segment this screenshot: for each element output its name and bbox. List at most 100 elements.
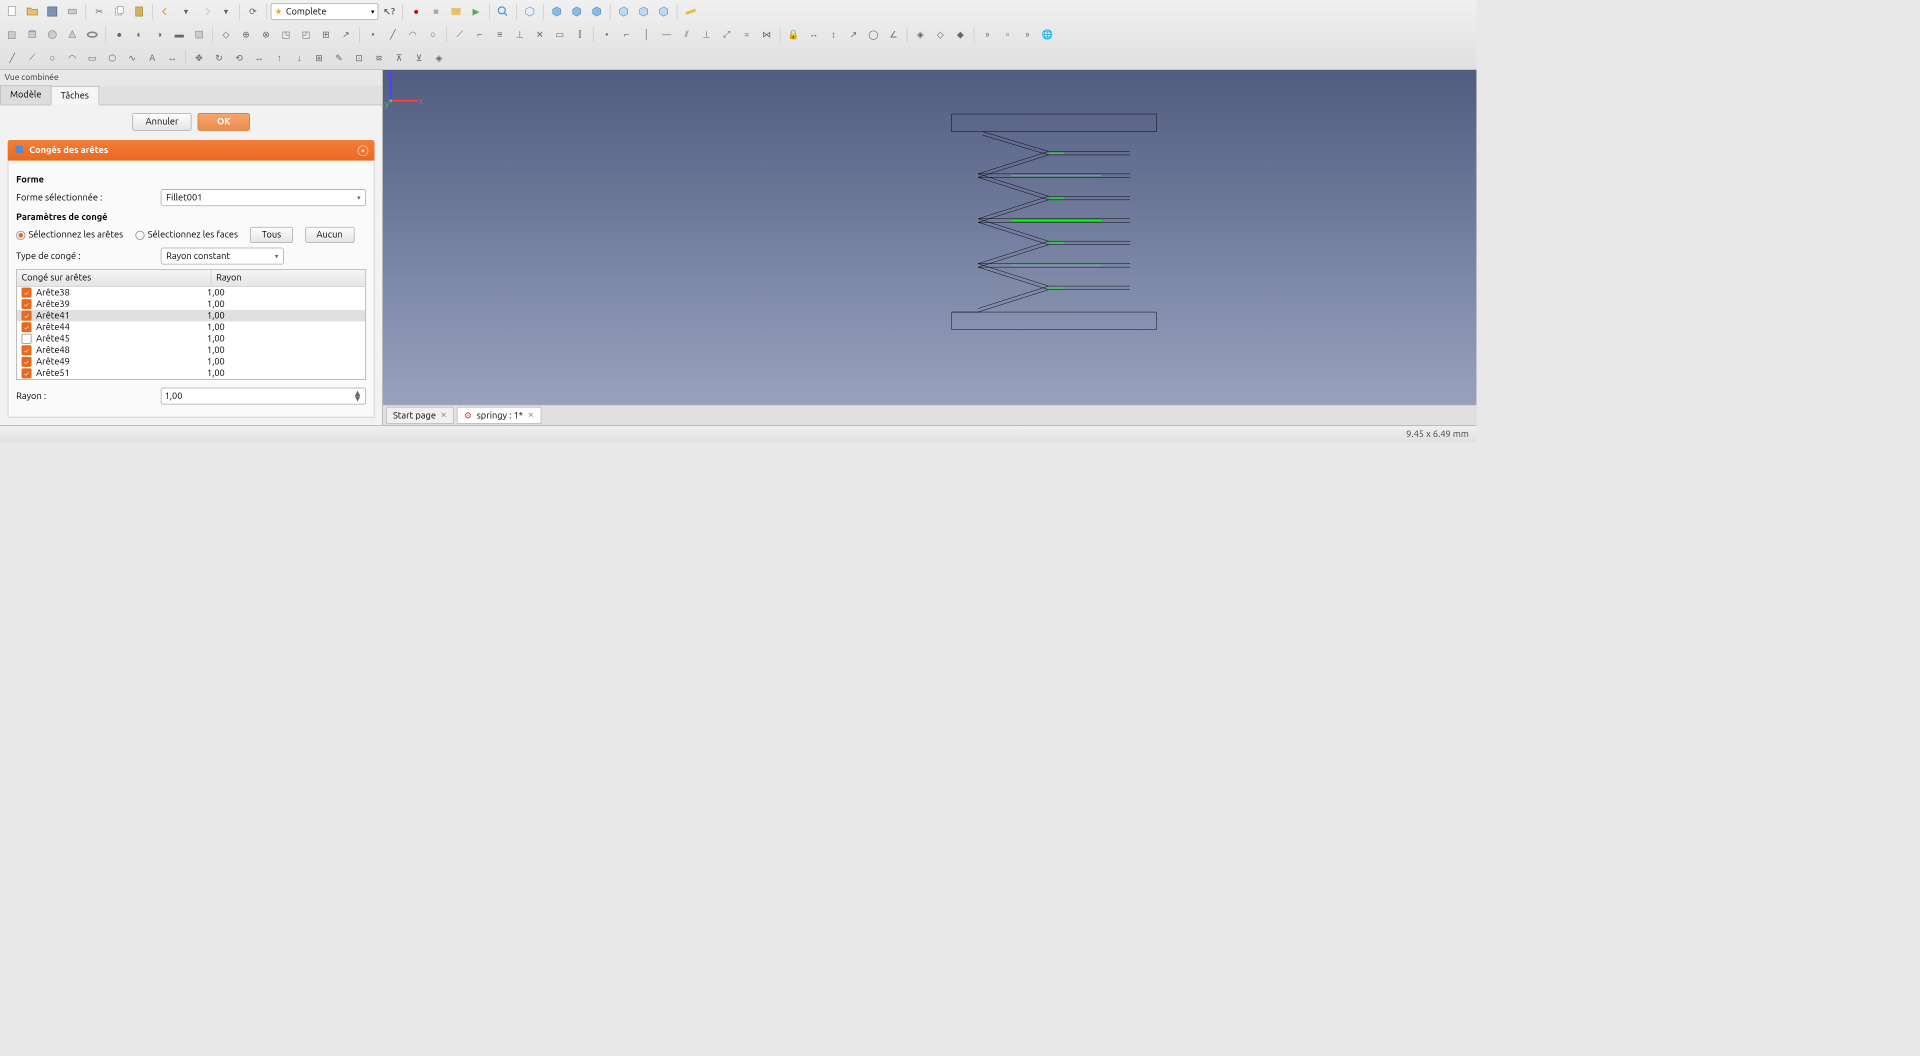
checkbox[interactable]: ✓ [22, 288, 32, 298]
tool-icon[interactable]: ◆ [951, 25, 969, 43]
tool-icon[interactable]: ⌐ [471, 25, 489, 43]
tool-icon[interactable]: ⊡ [350, 48, 368, 66]
view-rear-icon[interactable] [614, 2, 632, 20]
constraint-lock-icon[interactable]: 🔒 [784, 25, 802, 43]
axonometric-icon[interactable] [521, 2, 539, 20]
undo-dropdown-icon[interactable]: ▾ [177, 2, 195, 20]
constraint-horizontal-icon[interactable]: │ [638, 25, 656, 43]
run-macro-icon[interactable]: ▶ [467, 2, 485, 20]
copy-icon[interactable] [110, 2, 128, 20]
none-button[interactable]: Aucun [305, 227, 354, 243]
part-torus-icon[interactable] [83, 25, 101, 43]
workbench-selector[interactable]: ★ Complete ▾ [271, 3, 379, 20]
redo-dropdown-icon[interactable]: ▾ [217, 2, 235, 20]
constraint-distance-icon[interactable]: ↔ [804, 25, 822, 43]
constraint-angle-icon[interactable]: ∠ [884, 25, 902, 43]
task-header[interactable]: Congés des arêtes × [8, 140, 375, 161]
close-icon[interactable]: × [358, 145, 369, 156]
tool-icon[interactable]: ▫ [998, 25, 1016, 43]
draft-line-icon[interactable]: ╱ [3, 48, 21, 66]
tool-icon[interactable]: ⊼ [390, 48, 408, 66]
tool-icon[interactable]: ↗ [337, 25, 355, 43]
draft-line-icon[interactable]: ╱ [384, 25, 402, 43]
part-extrude-icon[interactable]: ▬ [170, 25, 188, 43]
checkbox[interactable]: ✓ [22, 299, 32, 309]
close-icon[interactable]: ✕ [528, 411, 534, 420]
view-bottom-icon[interactable] [634, 2, 652, 20]
tool-icon[interactable]: ◈ [430, 48, 448, 66]
rayon-spinner[interactable]: ▲▼ [161, 388, 366, 405]
constraint-tangent-icon[interactable]: ⤢ [717, 25, 735, 43]
rayon-input[interactable] [165, 391, 353, 401]
open-file-icon[interactable] [23, 2, 41, 20]
fillet-type-select[interactable]: Rayon constant ▾ [161, 248, 284, 265]
tab-tasks[interactable]: Tâches [51, 86, 99, 105]
refresh-icon[interactable]: ⟳ [244, 2, 262, 20]
cut-icon[interactable]: ✂ [90, 2, 108, 20]
tool-icon[interactable]: ⊕ [237, 25, 255, 43]
tool-icon[interactable]: ▭ [551, 25, 569, 43]
checkbox[interactable]: ✓ [22, 357, 32, 367]
more-icon[interactable]: » [978, 25, 996, 43]
draft-dimension-icon[interactable]: ↔ [163, 48, 181, 66]
table-row[interactable]: ✓Arête511,00 [17, 368, 365, 380]
constraint-disty-icon[interactable]: ↗ [844, 25, 862, 43]
table-row[interactable]: ✓Arête481,00 [17, 345, 365, 357]
tool-icon[interactable]: ◇ [217, 25, 235, 43]
tool-icon[interactable]: ◰ [297, 25, 315, 43]
draft-arc-icon[interactable]: ◠ [63, 48, 81, 66]
fit-all-icon[interactable] [494, 2, 512, 20]
checkbox[interactable] [22, 334, 32, 344]
tool-icon[interactable]: ⫿ [571, 25, 589, 43]
checkbox[interactable]: ✓ [22, 311, 32, 321]
draft-circle-icon[interactable]: ○ [424, 25, 442, 43]
radio-edges[interactable]: Sélectionnez les arêtes [16, 230, 123, 240]
macros-icon[interactable] [447, 2, 465, 20]
part-builder-icon[interactable]: ● [110, 25, 128, 43]
draft-scale-icon[interactable]: ⊞ [310, 48, 328, 66]
table-row[interactable]: ✓Arête381,00 [17, 287, 365, 299]
part-revolve-icon[interactable] [190, 25, 208, 43]
draft-edit-icon[interactable]: ✎ [330, 48, 348, 66]
draft-downgrade-icon[interactable]: ↓ [290, 48, 308, 66]
stop-macro-icon[interactable]: ■ [427, 2, 445, 20]
part-box-icon[interactable] [3, 25, 21, 43]
checkbox[interactable]: ✓ [22, 368, 32, 378]
more-icon[interactable]: » [1018, 25, 1036, 43]
table-row[interactable]: Arête451,00 [17, 333, 365, 345]
radio-faces[interactable]: Sélectionnez les faces [135, 230, 238, 240]
3d-viewport[interactable]: x z y [383, 70, 1477, 405]
part-cone-icon[interactable] [63, 25, 81, 43]
ok-button[interactable]: OK [198, 113, 250, 131]
draft-move-icon[interactable]: ✥ [190, 48, 208, 66]
tool-icon[interactable]: ⊞ [317, 25, 335, 43]
doc-tab-springy[interactable]: ⚙ springy : 1* ✕ [457, 407, 541, 424]
print-icon[interactable] [63, 2, 81, 20]
redo-icon[interactable] [197, 2, 215, 20]
paste-icon[interactable] [130, 2, 148, 20]
whats-this-icon[interactable]: ↖? [380, 2, 398, 20]
draft-point-icon[interactable]: • [364, 25, 382, 43]
undo-icon[interactable] [157, 2, 175, 20]
tool-icon[interactable]: ◇ [931, 25, 949, 43]
tool-icon[interactable]: ⊗ [257, 25, 275, 43]
constraint-parallel-icon[interactable]: ― [657, 25, 675, 43]
save-icon[interactable] [43, 2, 61, 20]
draft-upgrade-icon[interactable]: ↑ [270, 48, 288, 66]
view-right-icon[interactable] [588, 2, 606, 20]
table-row[interactable]: ✓Arête391,00 [17, 298, 365, 310]
record-macro-icon[interactable]: ● [407, 2, 425, 20]
constraint-equal-icon[interactable]: = [737, 25, 755, 43]
tool-icon[interactable]: ⊥ [511, 25, 529, 43]
constraint-symmetric-icon[interactable]: ⋈ [757, 25, 775, 43]
part-sphere-icon[interactable] [43, 25, 61, 43]
edge-table-body[interactable]: ✓Arête381,00✓Arête391,00✓Arête411,00✓Arê… [17, 287, 365, 379]
tool-icon[interactable]: ≡ [491, 25, 509, 43]
web-icon[interactable]: 🌐 [1038, 25, 1056, 43]
draft-rotate-icon[interactable]: ↻ [210, 48, 228, 66]
tab-model[interactable]: Modèle [0, 85, 51, 104]
table-row[interactable]: ✓Arête411,00 [17, 310, 365, 322]
view-left-icon[interactable] [654, 2, 672, 20]
spinner-buttons[interactable]: ▲▼ [353, 391, 362, 402]
draft-trimex-icon[interactable]: ↔ [250, 48, 268, 66]
